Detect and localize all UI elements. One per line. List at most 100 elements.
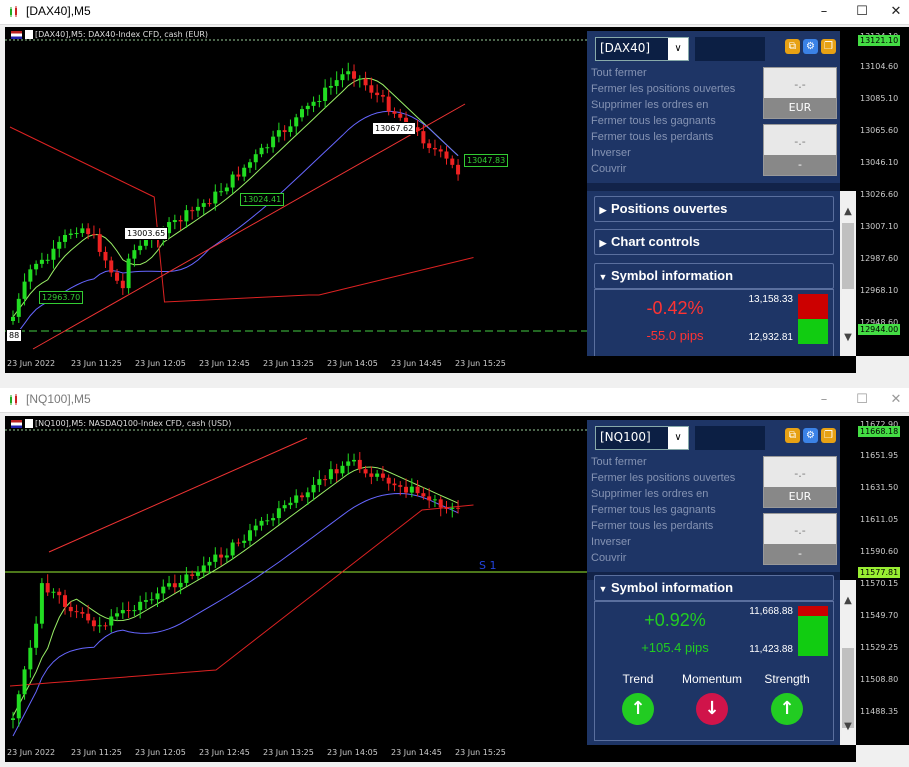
scroll-up-icon[interactable]: ▲: [840, 593, 856, 609]
panel-scrollbar[interactable]: ▲ ▼: [840, 580, 856, 745]
menu-close-open-positions[interactable]: Fermer les positions ouvertes: [591, 470, 735, 486]
menu-reverse[interactable]: Inverser: [591, 145, 735, 161]
menu-reverse[interactable]: Inverser: [591, 534, 735, 550]
candle-body: [213, 191, 218, 204]
scroll-thumb[interactable]: [842, 648, 854, 728]
chevron-down-icon[interactable]: ∨: [668, 38, 688, 60]
section-open-positions[interactable]: ▶ Positions ouvertes: [594, 196, 834, 222]
menu-close-all[interactable]: Tout fermer: [591, 65, 735, 81]
trend-label: Trend: [622, 672, 654, 686]
symbol-select-value: [NQ100]: [600, 430, 651, 444]
time-axis[interactable]: 23 Jun 2022 23 Jun 11:25 23 Jun 12:05 23…: [5, 745, 856, 762]
document-icon: [25, 419, 33, 428]
section-title: Symbol information: [611, 580, 734, 595]
candle-body: [57, 591, 62, 596]
section-symbol-information[interactable]: ▼ Symbol information: [594, 575, 834, 601]
currency-label: EUR: [764, 487, 836, 507]
candle-body: [86, 228, 91, 235]
symbol-select[interactable]: [DAX40] ∨: [595, 37, 689, 61]
price-label: 13026.60: [860, 190, 899, 199]
candle-body: [305, 105, 310, 110]
price-axis[interactable]: 11672.90 11651.95 11631.50 11611.05 1159…: [856, 416, 909, 745]
price-axis[interactable]: 13124.10 13104.60 13085.10 13065.60 1304…: [856, 27, 909, 356]
menu-close-all[interactable]: Tout fermer: [591, 454, 735, 470]
minimize-icon[interactable]: –: [807, 0, 841, 24]
candle-body: [178, 582, 183, 588]
candle-body: [80, 228, 85, 234]
copy-icon[interactable]: ⧉: [785, 428, 800, 443]
loss-box[interactable]: -.- -: [763, 124, 837, 176]
window-titlebar[interactable]: [NQ100],M5 – ☐ ✕: [0, 388, 909, 413]
time-axis[interactable]: 23 Jun 2022 23 Jun 11:25 23 Jun 12:05 23…: [5, 356, 856, 373]
time-label: 23 Jun 14:05: [327, 748, 378, 757]
candle-body: [22, 669, 27, 695]
candle-body: [386, 96, 391, 112]
trading-panel[interactable]: [NQ100] ∨ ⧉ ⚙ ❐ Tout fermer Fermer les po…: [587, 420, 856, 745]
candle-body: [11, 316, 15, 321]
settings-icon[interactable]: ⚙: [803, 39, 818, 54]
menu-hedge[interactable]: Couvrir: [591, 550, 735, 566]
menu-close-losers[interactable]: Fermer tous les perdants: [591, 518, 735, 534]
menu-close-losers[interactable]: Fermer tous les perdants: [591, 129, 735, 145]
maximize-icon[interactable]: ☐: [845, 0, 879, 24]
candle-body: [265, 520, 270, 522]
price-label: 13007.10: [860, 222, 899, 231]
symbol-search-input[interactable]: [695, 37, 765, 61]
candle-body: [282, 130, 287, 133]
candle-body: [398, 485, 403, 487]
scroll-down-icon[interactable]: ▼: [840, 330, 856, 346]
current-price-tag: 11668.18: [858, 426, 901, 437]
candle-body: [305, 492, 310, 498]
menu-close-winners[interactable]: Fermer tous les gagnants: [591, 113, 735, 129]
scroll-thumb[interactable]: [842, 223, 854, 289]
menu-hedge[interactable]: Couvrir: [591, 161, 735, 177]
expand-icon[interactable]: ❐: [821, 428, 836, 443]
loss-box[interactable]: -.- -: [763, 513, 837, 565]
candle-body: [103, 625, 108, 627]
scroll-up-icon[interactable]: ▲: [840, 204, 856, 220]
candle-body: [294, 495, 299, 503]
chart-annotation: 13067.62: [372, 122, 417, 135]
price-chart[interactable]: [NQ100],M5: NASDAQ100-Index CFD, cash (U…: [5, 416, 856, 745]
copy-icon[interactable]: ⧉: [785, 39, 800, 54]
close-icon[interactable]: ✕: [879, 388, 909, 412]
candle-body: [120, 610, 125, 614]
symbol-search-input[interactable]: [695, 426, 765, 450]
chart-window-nq[interactable]: [NQ100],M5 – ☐ ✕ [NQ100],M5: NASDAQ100-I…: [0, 388, 909, 767]
day-high: 11,668.88: [749, 606, 793, 617]
scroll-down-icon[interactable]: ▼: [840, 719, 856, 735]
candle-body: [253, 154, 258, 163]
menu-delete-orders[interactable]: Supprimer les ordres en: [591, 486, 735, 502]
settings-icon[interactable]: ⚙: [803, 428, 818, 443]
menu-close-winners[interactable]: Fermer tous les gagnants: [591, 502, 735, 518]
chart-window-dax[interactable]: [DAX40],M5 – ☐ ✕ [DAX40],M5: DAX40-Index…: [0, 0, 909, 383]
maximize-icon[interactable]: ☐: [845, 388, 879, 412]
menu-close-open-positions[interactable]: Fermer les positions ouvertes: [591, 81, 735, 97]
candle-body: [242, 167, 247, 177]
section-chart-controls[interactable]: ▶ Chart controls: [594, 229, 834, 255]
candle-body: [149, 599, 154, 601]
action-menu[interactable]: Tout fermer Fermer les positions ouverte…: [591, 65, 735, 177]
panel-scrollbar[interactable]: ▲ ▼: [840, 191, 856, 356]
close-icon[interactable]: ✕: [879, 0, 909, 24]
expand-icon[interactable]: ❐: [821, 39, 836, 54]
candle-body: [74, 611, 79, 613]
candle-body: [380, 473, 385, 478]
candle-body: [421, 131, 426, 144]
price-chart[interactable]: [DAX40],M5: DAX40-Index CFD, cash (EUR) …: [5, 27, 856, 356]
chevron-down-icon[interactable]: ∨: [668, 427, 688, 449]
section-symbol-information[interactable]: ▼ Symbol information: [594, 263, 834, 289]
menu-delete-orders[interactable]: Supprimer les ordres en: [591, 97, 735, 113]
symbol-select[interactable]: [NQ100] ∨: [595, 426, 689, 450]
profit-box[interactable]: -.- EUR: [763, 456, 837, 508]
profit-box[interactable]: -.- EUR: [763, 67, 837, 119]
time-label: 23 Jun 14:45: [391, 359, 442, 368]
strength-up-icon: ↑: [771, 693, 803, 725]
candle-body: [456, 507, 461, 509]
candle-body: [294, 117, 299, 127]
window-titlebar[interactable]: [DAX40],M5 – ☐ ✕: [0, 0, 909, 25]
trading-panel[interactable]: [DAX40] ∨ ⧉ ⚙ ❐ Tout fermer Fermer les po…: [587, 31, 856, 356]
minimize-icon[interactable]: –: [807, 388, 841, 412]
candle-body: [259, 520, 264, 526]
action-menu[interactable]: Tout fermer Fermer les positions ouverte…: [591, 454, 735, 566]
